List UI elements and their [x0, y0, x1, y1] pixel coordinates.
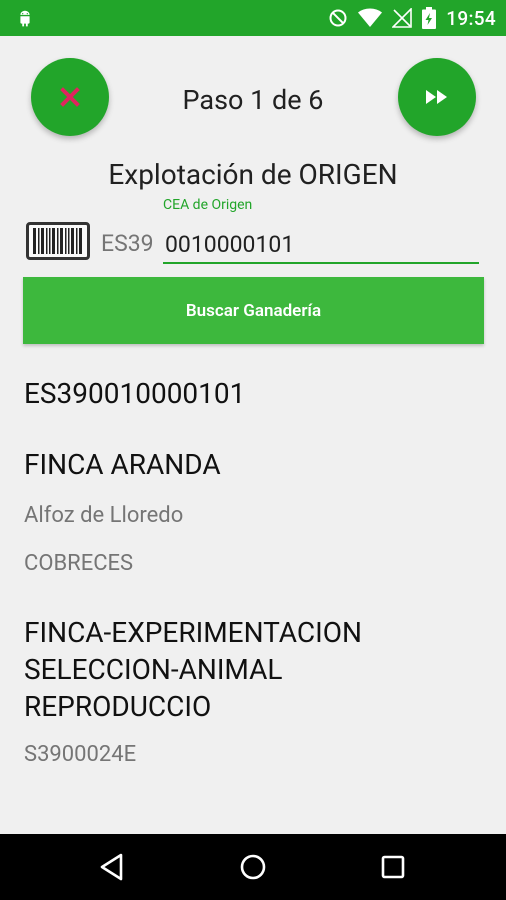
farm-code: ES390010000101 [24, 377, 246, 410]
back-button[interactable] [96, 851, 128, 883]
farm-municipality: Alfoz de Lloredo [24, 503, 184, 528]
clock: 19:54 [446, 6, 496, 30]
do-not-disturb-icon [329, 9, 347, 27]
back-icon [100, 853, 123, 881]
search-farm-button[interactable]: Buscar Ganadería [23, 277, 484, 344]
farm-locality: COBRECES [24, 551, 134, 576]
signal-icon [392, 8, 413, 28]
owner-id: S3900024E [24, 742, 137, 767]
section-title: Explotación de ORIGEN [108, 158, 398, 191]
cea-input[interactable] [163, 226, 479, 264]
cea-field-label: CEA de Origen [163, 197, 253, 213]
cancel-button[interactable] [31, 58, 109, 136]
step-indicator: Paso 1 de 6 [182, 84, 324, 116]
android-icon [20, 10, 30, 27]
recents-button[interactable] [377, 851, 409, 883]
next-step-button[interactable] [398, 58, 476, 136]
recents-icon [381, 855, 405, 879]
barcode-scan-button[interactable] [26, 222, 90, 260]
home-button[interactable] [237, 851, 269, 883]
wifi-icon [358, 8, 383, 27]
navigation-bar [0, 834, 506, 900]
cea-prefix: ES39 [101, 230, 154, 257]
battery-charging-icon [422, 7, 437, 29]
owner-name: FINCA-EXPERIMENTACION SELECCION-ANIMAL R… [24, 616, 362, 723]
close-icon [60, 87, 80, 107]
status-bar: 19:54 [0, 0, 506, 36]
home-icon [240, 854, 266, 880]
farm-name: FINCA ARANDA [24, 448, 221, 481]
barcode-icon [33, 228, 82, 254]
fast-forward-icon [426, 90, 447, 104]
